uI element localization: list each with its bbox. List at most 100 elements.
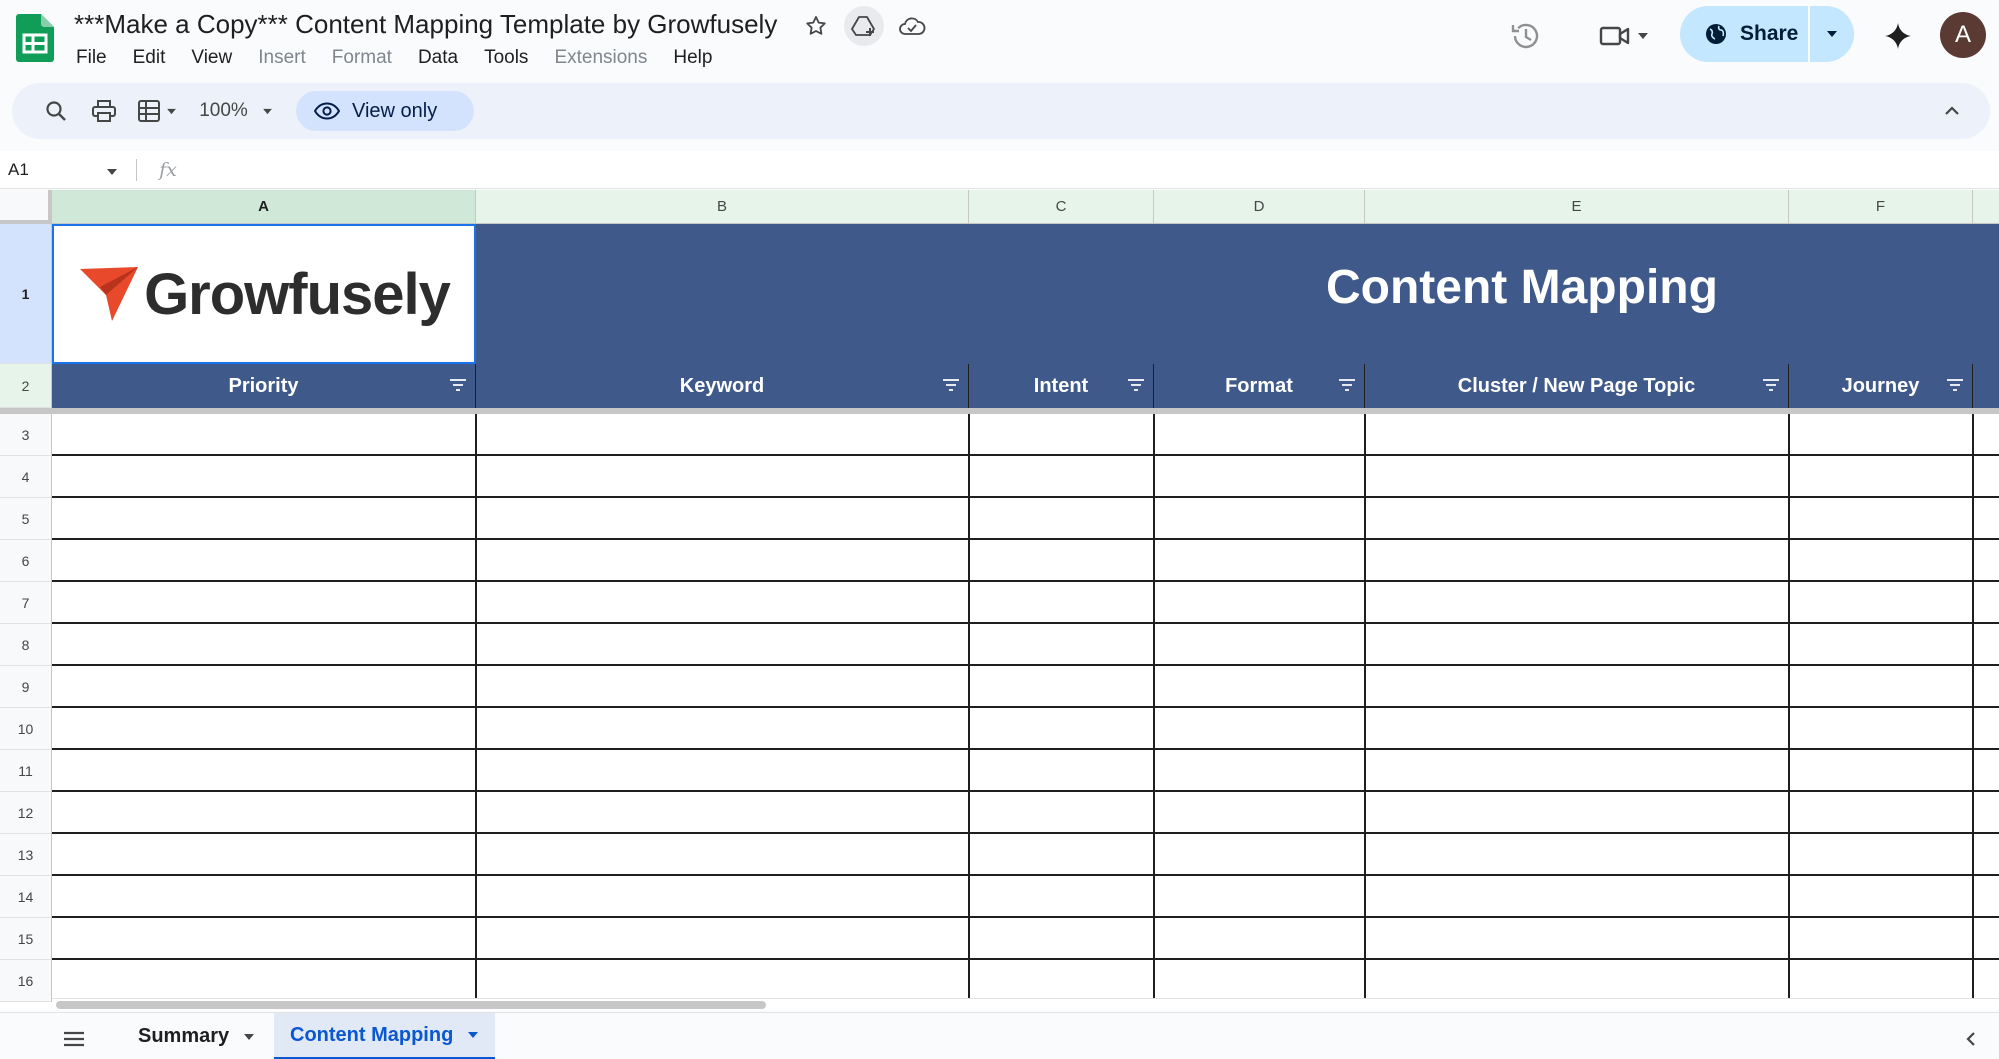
row-header-13[interactable]: 13: [0, 834, 52, 876]
share-options-button[interactable]: [1810, 6, 1854, 62]
header-cluster-topic[interactable]: Cluster / New Page Topic: [1365, 364, 1789, 408]
title-bar: ***Make a Copy*** Content Mapping Templa…: [0, 0, 1999, 80]
column-header-f[interactable]: F: [1789, 190, 1973, 224]
menu-tools[interactable]: Tools: [471, 44, 541, 72]
filter-icon[interactable]: [449, 379, 467, 391]
filter-icon[interactable]: [942, 379, 960, 391]
row-header-4[interactable]: 4: [0, 456, 52, 498]
view-only-button[interactable]: View only: [296, 91, 474, 131]
column-header-g[interactable]: [1973, 190, 1999, 224]
zoom-select[interactable]: 100%: [188, 91, 284, 131]
hide-menus-chevron-up-icon[interactable]: [1934, 93, 1970, 129]
sheets-logo-icon[interactable]: [16, 14, 54, 62]
column-header-b[interactable]: B: [476, 190, 969, 224]
column-header-a[interactable]: A: [52, 190, 476, 224]
row-border: [52, 580, 1999, 582]
share-button-group: Share: [1680, 6, 1854, 62]
zoom-value: 100%: [199, 100, 248, 121]
row-border: [52, 664, 1999, 666]
column-border: [475, 414, 477, 1010]
share-button[interactable]: Share: [1680, 6, 1808, 62]
column-header-c[interactable]: C: [969, 190, 1154, 224]
select-view-button[interactable]: [128, 91, 186, 131]
row-header-10[interactable]: 10: [0, 708, 52, 750]
filter-icon[interactable]: [1762, 379, 1780, 391]
row-header-11[interactable]: 11: [0, 750, 52, 792]
fx-icon: fx: [159, 159, 177, 181]
header-keyword[interactable]: Keyword: [476, 364, 969, 408]
banner-title: Content Mapping: [1326, 261, 1718, 314]
star-icon[interactable]: [796, 6, 836, 46]
header-priority[interactable]: Priority: [52, 364, 476, 408]
filter-icon[interactable]: [1127, 379, 1145, 391]
add-shortcut-to-drive-icon[interactable]: [844, 6, 884, 46]
row-border: [52, 454, 1999, 456]
caret-down-icon: [468, 1032, 479, 1038]
menu-file[interactable]: File: [63, 44, 120, 72]
filter-icon[interactable]: [1338, 379, 1356, 391]
column-border: [968, 414, 970, 1010]
growfusely-logo-text: Growfusely: [144, 261, 451, 327]
row-header-12[interactable]: 12: [0, 792, 52, 834]
header-format[interactable]: Format: [1154, 364, 1365, 408]
row-header-5[interactable]: 5: [0, 498, 52, 540]
account-avatar[interactable]: A: [1940, 12, 1986, 58]
select-all-corner[interactable]: [0, 190, 52, 224]
caret-down-icon: [244, 1033, 255, 1040]
menu-extensions: Extensions: [554, 47, 648, 68]
row-header-1[interactable]: 1: [0, 224, 52, 364]
search-menus-icon[interactable]: [36, 91, 76, 131]
row-header-15[interactable]: 15: [0, 918, 52, 960]
eye-icon: [314, 102, 340, 120]
cloud-saved-icon[interactable]: [892, 6, 932, 46]
toolbar: 100% View only: [12, 83, 1990, 139]
video-camera-icon: [1599, 26, 1630, 46]
row-header-6[interactable]: 6: [0, 540, 52, 582]
menu-edit[interactable]: Edit: [120, 44, 179, 72]
filter-icon[interactable]: [1946, 379, 1964, 391]
sheet-tab-summary[interactable]: Summary: [122, 1013, 271, 1059]
caret-down-icon: [1638, 33, 1648, 39]
row-header-14[interactable]: 14: [0, 876, 52, 918]
share-label: Share: [1740, 22, 1799, 45]
gemini-sparkle-icon[interactable]: [1876, 14, 1920, 58]
horizontal-scrollbar-thumb[interactable]: [56, 1001, 766, 1009]
title-banner[interactable]: Content Mapping: [476, 224, 1999, 364]
menu-format: Format: [331, 47, 392, 68]
cell-a1-logo[interactable]: Growfusely: [52, 224, 476, 364]
menu-insert: Insert: [258, 47, 306, 68]
menu-view[interactable]: View: [178, 44, 245, 72]
row-header-8[interactable]: 8: [0, 624, 52, 666]
row-header-16[interactable]: 16: [0, 960, 52, 1002]
column-border: [1153, 414, 1155, 1010]
menu-help[interactable]: Help: [660, 44, 725, 72]
header-intent[interactable]: Intent: [969, 364, 1154, 408]
table-view-icon: [137, 100, 160, 122]
chevron-left-icon[interactable]: [1955, 1023, 1987, 1055]
row-border: [52, 496, 1999, 498]
menu-data[interactable]: Data: [405, 44, 471, 72]
row-header-3[interactable]: 3: [0, 414, 52, 456]
print-icon[interactable]: [84, 91, 124, 131]
header-journey[interactable]: Journey: [1789, 364, 1973, 408]
name-box-caret-down-icon[interactable]: [106, 163, 118, 181]
meet-button[interactable]: [1588, 12, 1660, 60]
all-sheets-menu-icon[interactable]: [56, 1021, 92, 1057]
header-keyword-label: Keyword: [679, 374, 765, 397]
column-header-d[interactable]: D: [1154, 190, 1365, 224]
horizontal-scrollbar[interactable]: [52, 998, 1999, 1010]
document-title[interactable]: ***Make a Copy*** Content Mapping Templa…: [74, 9, 777, 40]
column-border: [1972, 414, 1974, 1010]
formula-bar: A1 fx: [0, 151, 1999, 189]
header-cluster-topic-label: Cluster / New Page Topic: [1457, 374, 1696, 397]
row-header-9[interactable]: 9: [0, 666, 52, 708]
version-history-icon[interactable]: [1502, 12, 1550, 60]
column-header-e[interactable]: E: [1365, 190, 1789, 224]
table-header-row: Priority Keyword Intent Format Cluster /…: [52, 364, 1999, 408]
row-header-7[interactable]: 7: [0, 582, 52, 624]
data-cells[interactable]: [52, 414, 1999, 1010]
sheet-tab-content-mapping[interactable]: Content Mapping: [274, 1013, 496, 1059]
row-border: [52, 874, 1999, 876]
row-header-2[interactable]: 2: [0, 364, 52, 408]
formula-input[interactable]: [190, 151, 1990, 189]
